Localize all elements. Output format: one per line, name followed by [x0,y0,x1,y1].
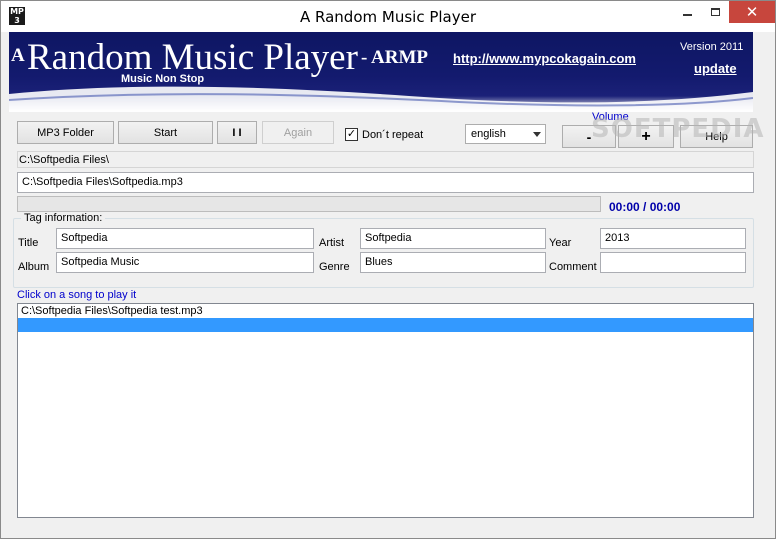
maximize-button[interactable] [701,1,729,23]
mp3-folder-button[interactable]: MP3 Folder [17,121,114,144]
language-select-value: english [471,128,506,140]
title-bar[interactable]: MP 3 A Random Music Player ✕ [1,1,775,32]
update-link[interactable]: update [694,61,737,76]
genre-field[interactable]: Blues [360,252,546,273]
help-button[interactable]: Help [680,125,753,148]
title-field[interactable]: Softpedia [56,228,314,249]
minimize-icon [682,14,692,16]
dont-repeat-checkbox-box[interactable]: ✓ [345,128,358,141]
banner-subtitle: Music Non Stop [121,73,205,85]
year-field[interactable]: 2013 [600,228,746,249]
volume-label: Volume [592,111,629,123]
playlist-item[interactable]: C:\Softpedia Files\Softpedia test.mp3 [18,304,753,318]
banner-wave-decoration [9,86,753,112]
playlist-item[interactable] [18,318,753,332]
app-window: MP 3 A Random Music Player ✕ A Random Mu… [0,0,776,539]
chevron-down-icon [533,132,541,137]
playback-progress-bar[interactable] [17,196,601,212]
album-field[interactable]: Softpedia Music [56,252,314,273]
title-label: Title [18,237,39,249]
dont-repeat-label: Don´t repeat [362,128,424,141]
volume-up-button[interactable]: + [618,125,674,148]
comment-label: Comment [549,261,597,273]
close-icon: ✕ [745,4,759,21]
website-link[interactable]: http://www.mypcokagain.com [453,51,636,66]
banner-a-letter: A [11,45,25,66]
artist-field[interactable]: Softpedia [360,228,546,249]
playlist-hint: Click on a song to play it [17,289,137,301]
folder-path: C:\Softpedia Files\ [17,151,754,168]
volume-down-button[interactable]: - [562,125,616,148]
version-label: Version 2011 [680,41,744,53]
current-file-field[interactable]: C:\Softpedia Files\Softpedia.mp3 [17,172,754,193]
checkmark-icon: ✓ [346,128,357,140]
banner-armp: - ARMP [361,47,429,68]
album-label: Album [18,261,50,273]
language-select[interactable]: english [465,124,546,144]
playlist[interactable]: C:\Softpedia Files\Softpedia test.mp3 [17,303,754,518]
playback-time: 00:00 / 00:00 [609,200,681,214]
app-banner: A Random Music Player - ARMP Music Non S… [9,32,753,112]
pause-button[interactable]: I I [217,121,257,144]
genre-label: Genre [319,261,350,273]
comment-field[interactable] [600,252,746,273]
artist-label: Artist [319,237,345,249]
year-label: Year [549,237,572,249]
maximize-icon [710,8,720,16]
tag-info-group-label: Tag information: [21,212,106,224]
close-button[interactable]: ✕ [729,1,775,23]
dont-repeat-checkbox[interactable]: ✓ Don´t repeat [345,128,423,141]
minimize-button[interactable] [673,1,701,23]
again-button[interactable]: Again [262,121,334,144]
start-button[interactable]: Start [118,121,213,144]
window-title: A Random Music Player [299,8,477,26]
